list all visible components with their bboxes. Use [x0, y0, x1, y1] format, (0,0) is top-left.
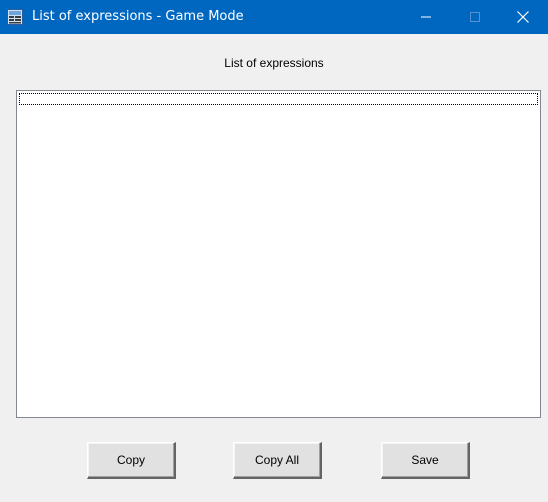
- window-title: List of expressions - Game Mode: [32, 9, 244, 24]
- copy-button[interactable]: Copy: [87, 442, 176, 479]
- save-button[interactable]: Save: [381, 442, 470, 479]
- minimize-icon: [421, 12, 431, 22]
- title-bar[interactable]: List of expressions - Game Mode: [0, 0, 548, 34]
- expressions-window: List of expressions - Game Mode List of …: [0, 0, 548, 502]
- list-focus-item[interactable]: [19, 93, 538, 105]
- close-icon: [517, 11, 529, 23]
- minimize-button[interactable]: [403, 0, 449, 34]
- maximize-icon: [470, 12, 480, 22]
- copy-all-button[interactable]: Copy All: [233, 442, 322, 479]
- maximize-button[interactable]: [452, 0, 498, 34]
- close-button[interactable]: [500, 0, 546, 34]
- list-caption: List of expressions: [224, 56, 324, 70]
- app-window-icon: [7, 9, 23, 25]
- expressions-listbox[interactable]: [16, 90, 541, 418]
